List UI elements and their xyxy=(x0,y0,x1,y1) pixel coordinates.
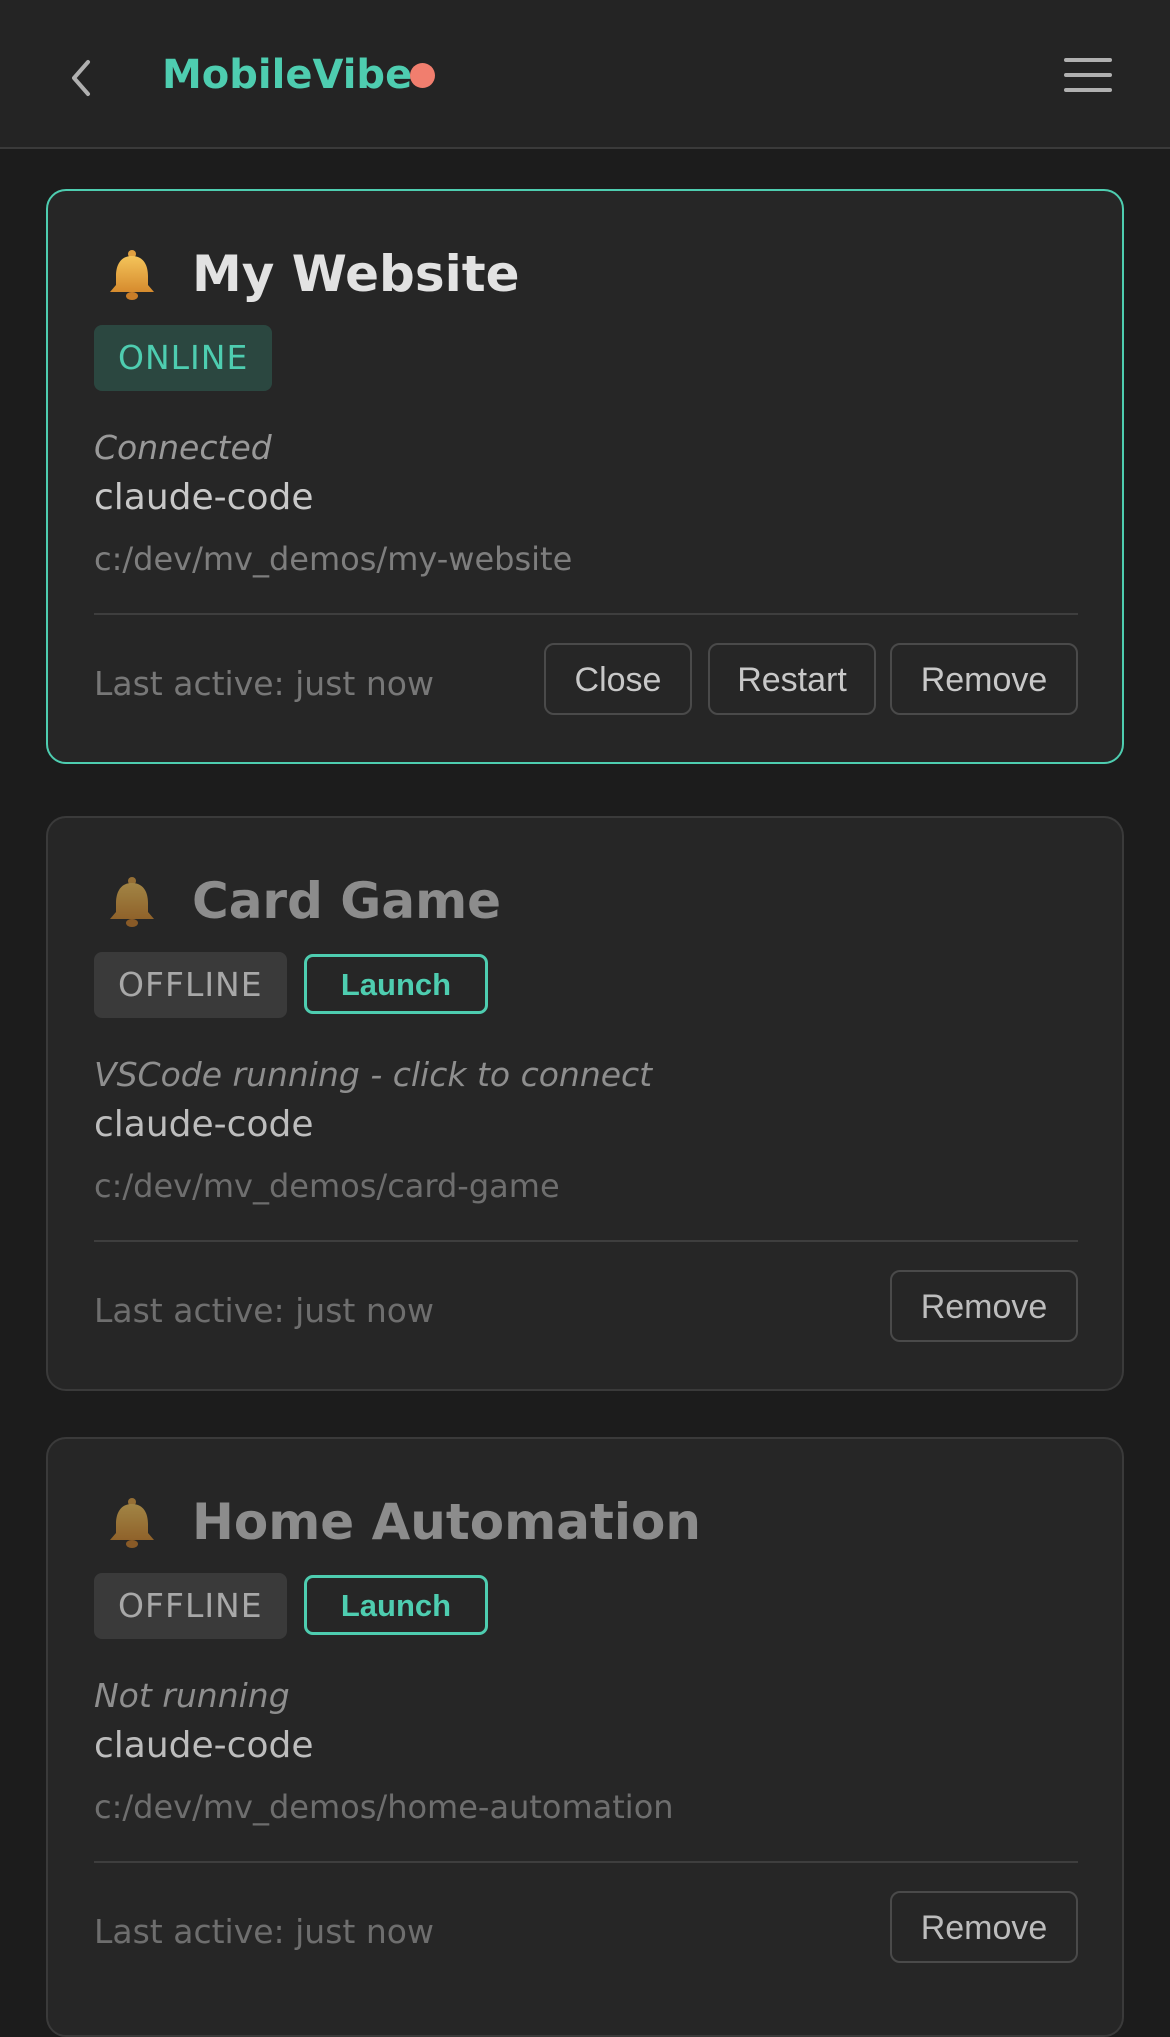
project-path: c:/dev/mv_demos/card-game xyxy=(94,1167,560,1205)
bell-icon[interactable] xyxy=(104,874,160,930)
remove-button[interactable]: Remove xyxy=(890,1270,1078,1342)
project-path: c:/dev/mv_demos/home-automation xyxy=(94,1788,674,1826)
last-active-text: Last active: just now xyxy=(94,664,434,703)
bell-icon[interactable] xyxy=(104,1495,160,1551)
connection-status-text: Not running xyxy=(94,1676,290,1715)
app-header: MobileVibe xyxy=(0,0,1170,149)
last-active-text: Last active: just now xyxy=(94,1291,434,1330)
project-card-my-website[interactable]: My Website ONLINE Connected claude-code … xyxy=(46,189,1124,764)
remove-button[interactable]: Remove xyxy=(890,643,1078,715)
card-divider xyxy=(94,613,1078,615)
connection-status-dot xyxy=(410,63,435,88)
card-divider xyxy=(94,1240,1078,1242)
restart-button[interactable]: Restart xyxy=(708,643,876,715)
launch-button[interactable]: Launch xyxy=(304,954,488,1014)
status-badge: OFFLINE xyxy=(94,952,287,1018)
project-path: c:/dev/mv_demos/my-website xyxy=(94,540,573,578)
connection-status-text: Connected xyxy=(94,428,272,467)
launch-button[interactable]: Launch xyxy=(304,1575,488,1635)
back-button[interactable] xyxy=(56,52,108,104)
agent-name: claude-code xyxy=(94,1725,314,1766)
connection-status-text[interactable]: VSCode running - click to connect xyxy=(94,1052,652,1098)
project-title: Home Automation xyxy=(192,1493,701,1551)
agent-name: claude-code xyxy=(94,1104,314,1145)
status-badge: ONLINE xyxy=(94,325,273,391)
last-active-text: Last active: just now xyxy=(94,1912,434,1951)
bell-icon[interactable] xyxy=(104,247,160,303)
hamburger-menu-icon xyxy=(1064,58,1112,92)
agent-name: claude-code xyxy=(94,477,314,518)
project-title: My Website xyxy=(192,245,520,303)
project-card-card-game[interactable]: Card Game OFFLINE Launch VSCode running … xyxy=(46,816,1124,1391)
status-badge: OFFLINE xyxy=(94,1573,287,1639)
card-divider xyxy=(94,1861,1078,1863)
project-card-home-automation[interactable]: Home Automation OFFLINE Launch Not runni… xyxy=(46,1437,1124,2037)
close-button[interactable]: Close xyxy=(544,643,692,715)
app-title: MobileVibe xyxy=(162,52,413,98)
menu-button[interactable] xyxy=(1060,50,1116,100)
project-title: Card Game xyxy=(192,872,502,930)
remove-button[interactable]: Remove xyxy=(890,1891,1078,1963)
chevron-left-icon xyxy=(72,60,90,96)
